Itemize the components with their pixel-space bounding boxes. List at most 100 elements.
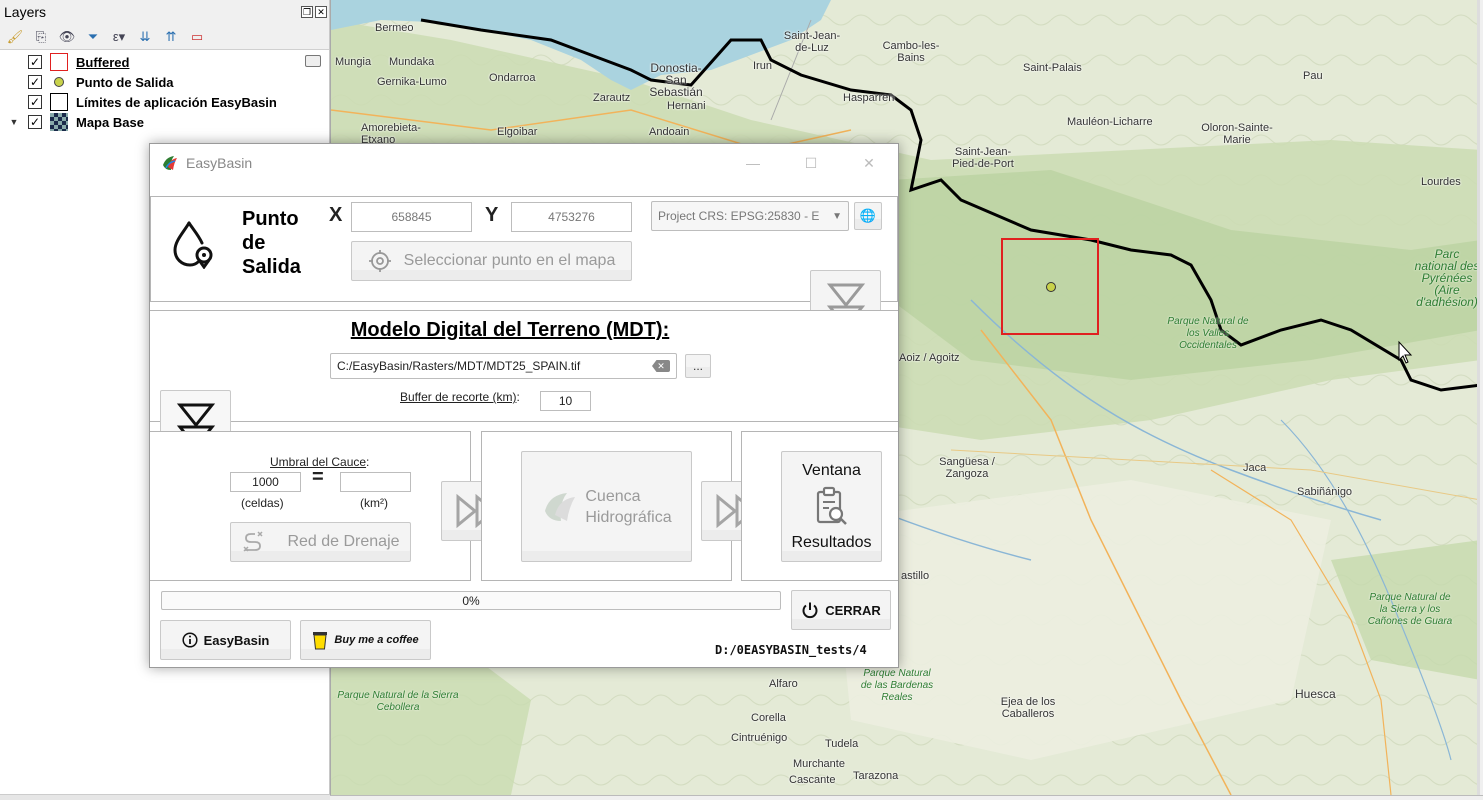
- maximize-button[interactable]: ☐: [782, 144, 840, 182]
- red-drenaje-button[interactable]: Red de Drenaje: [230, 522, 411, 562]
- threshold-cells-input[interactable]: 1000: [230, 472, 301, 492]
- map-park-label: Parque Natural de las Bardenas Reales: [860, 668, 934, 703]
- layer-row-limites[interactable]: ✓ Límites de aplicación EasyBasin: [0, 92, 329, 112]
- clear-input-icon[interactable]: ✕: [652, 360, 670, 372]
- map-label: Irun: [753, 60, 772, 72]
- crs-select[interactable]: Project CRS: EPSG:25830 - E ▼: [651, 201, 849, 231]
- map-label: Tudela: [825, 738, 859, 750]
- map-label: Bermeo: [375, 22, 414, 34]
- cells-unit-label: (celdas): [241, 496, 284, 510]
- map-park-label: Parque Natural de la Sierra Cebollera: [337, 690, 459, 713]
- water-drop-pin-icon: [173, 221, 213, 269]
- point-symbol-icon: [54, 77, 64, 87]
- map-label: Cambo-les-Bains: [882, 40, 940, 64]
- outlet-section: Punto de Salida X 658845 Y 4753276 Proje…: [150, 196, 898, 302]
- expand-all-icon[interactable]: ⇊: [136, 28, 154, 46]
- dialog-titlebar[interactable]: EasyBasin — ☐ ✕: [150, 144, 898, 182]
- power-icon: [802, 602, 818, 619]
- easybasin-info-button[interactable]: EasyBasin: [160, 620, 291, 660]
- map-label: Sabiñánigo: [1297, 486, 1353, 498]
- float-panel-icon[interactable]: ❐: [301, 6, 313, 18]
- dialog-title: EasyBasin: [186, 155, 253, 171]
- horizontal-scrollbar[interactable]: [0, 794, 330, 800]
- map-label: Saint-Jean-de-Luz: [783, 30, 841, 54]
- layer-row-punto-salida[interactable]: ✓ Punto de Salida: [0, 72, 329, 92]
- cuenca-hidrografica-button[interactable]: Cuenca Hidrográfica: [521, 451, 692, 562]
- map-label: Donostia-San Sebastián: [649, 61, 703, 99]
- crosshair-target-icon: [368, 250, 391, 272]
- browse-mdt-button[interactable]: ...: [685, 354, 711, 378]
- crs-selector-button[interactable]: 🌐: [854, 202, 882, 230]
- x-coordinate-field[interactable]: 658845: [351, 202, 472, 232]
- map-label: Cintruénigo: [731, 732, 788, 744]
- layer-row-mapa-base[interactable]: ▼ ✓ Mapa Base: [0, 112, 329, 132]
- add-group-icon[interactable]: ⎘: [32, 28, 50, 46]
- collapse-all-icon[interactable]: ⇈: [162, 28, 180, 46]
- layer-name: Punto de Salida: [76, 74, 174, 90]
- buy-coffee-button[interactable]: Buy me a coffee: [300, 620, 431, 660]
- style-brush-icon[interactable]: 🖌: [6, 28, 24, 46]
- results-section: Ventana Resultados: [741, 431, 898, 581]
- expand-arrow-icon[interactable]: ▼: [0, 117, 28, 127]
- select-point-button[interactable]: Seleccionar punto en el mapa: [351, 241, 632, 281]
- map-label: Murchante: [793, 758, 845, 770]
- buffer-input[interactable]: 10: [540, 391, 591, 411]
- ventana-resultados-button[interactable]: Ventana Resultados: [781, 451, 882, 562]
- layer-checkbox[interactable]: ✓: [28, 115, 42, 129]
- close-button[interactable]: ✕: [840, 144, 898, 182]
- cerrar-label: CERRAR: [825, 602, 881, 618]
- layer-checkbox[interactable]: ✓: [28, 75, 42, 89]
- red-drenaje-label: Red de Drenaje: [287, 533, 400, 550]
- layer-indicator-icon[interactable]: [305, 55, 321, 67]
- vertical-scrollbar[interactable]: [1477, 0, 1480, 795]
- close-panel-icon[interactable]: ✕: [315, 6, 327, 18]
- layers-titlebar: Layers ❐ ✕: [0, 0, 329, 24]
- x-label: X: [329, 204, 343, 226]
- map-label: Hasparren: [843, 92, 895, 104]
- remove-layer-icon[interactable]: ▭: [188, 28, 206, 46]
- map-label: Tarazona: [853, 770, 899, 782]
- filter-icon[interactable]: ⏷: [84, 28, 102, 46]
- expression-filter-icon[interactable]: ε▾: [110, 28, 128, 46]
- equals-sign: =: [312, 466, 324, 488]
- outlet-heading: Punto de Salida: [242, 208, 301, 278]
- layer-checkbox[interactable]: ✓: [28, 55, 42, 69]
- ventana-label: Ventana: [802, 461, 861, 479]
- select-point-label: Seleccionar punto en el mapa: [403, 252, 616, 269]
- map-park-label: Parque Natural de la Sierra y los Cañone…: [1367, 592, 1453, 627]
- buy-coffee-label: Buy me a coffee: [334, 634, 419, 646]
- map-label: Andoain: [649, 126, 690, 138]
- map-label: Aoiz / Agoitz: [899, 352, 960, 364]
- clipboard-search-icon: [816, 486, 847, 525]
- mdt-path-value: C:/EasyBasin/Rasters/MDT/MDT25_SPAIN.tif: [337, 359, 581, 373]
- output-path-label: D:/0EASYBASIN_tests/4: [715, 643, 867, 657]
- map-label: Mundaka: [389, 56, 435, 68]
- mdt-section: Modelo Digital del Terreno (MDT): C:/Eas…: [150, 310, 898, 422]
- cerrar-button[interactable]: CERRAR: [791, 590, 891, 630]
- easybasin-logo-icon: [163, 156, 177, 170]
- map-label: Jaca: [1243, 462, 1267, 474]
- layer-name: Buffered: [76, 54, 130, 70]
- visibility-eye-icon[interactable]: 👁: [58, 28, 76, 46]
- layer-checkbox[interactable]: ✓: [28, 95, 42, 109]
- layer-name: Límites de aplicación EasyBasin: [76, 94, 277, 110]
- map-label: Alfaro: [769, 678, 798, 690]
- mdt-heading: Modelo Digital del Terreno (MDT):: [350, 319, 670, 341]
- mdt-path-field[interactable]: C:/EasyBasin/Rasters/MDT/MDT25_SPAIN.tif…: [330, 353, 677, 379]
- layers-panel-title: Layers: [4, 4, 47, 20]
- buffer-label: Buffer de recorte (km):: [400, 390, 520, 404]
- globe-icon: 🌐: [859, 208, 877, 223]
- map-bottom-bar: [330, 795, 1483, 800]
- easybasin-dialog: EasyBasin — ☐ ✕ Punto de Salida X 658845…: [149, 143, 899, 668]
- threshold-km2-input[interactable]: [340, 472, 411, 492]
- map-label: Ejea de los Caballeros: [1000, 696, 1056, 720]
- coffee-cup-icon: [313, 632, 328, 650]
- minimize-button[interactable]: —: [724, 144, 782, 182]
- map-label: Mungia: [335, 56, 372, 68]
- layer-row-buffered[interactable]: ✓ Buffered: [0, 52, 329, 72]
- polygon-symbol-icon: [50, 53, 68, 71]
- map-park-label: Parc national des Pyrénées (Aire d'adhés…: [1414, 247, 1480, 309]
- layers-toolbar: 🖌 ⎘ 👁 ⏷ ε▾ ⇊ ⇈ ▭: [0, 24, 329, 50]
- route-icon: [243, 531, 263, 552]
- y-coordinate-field[interactable]: 4753276: [511, 202, 632, 232]
